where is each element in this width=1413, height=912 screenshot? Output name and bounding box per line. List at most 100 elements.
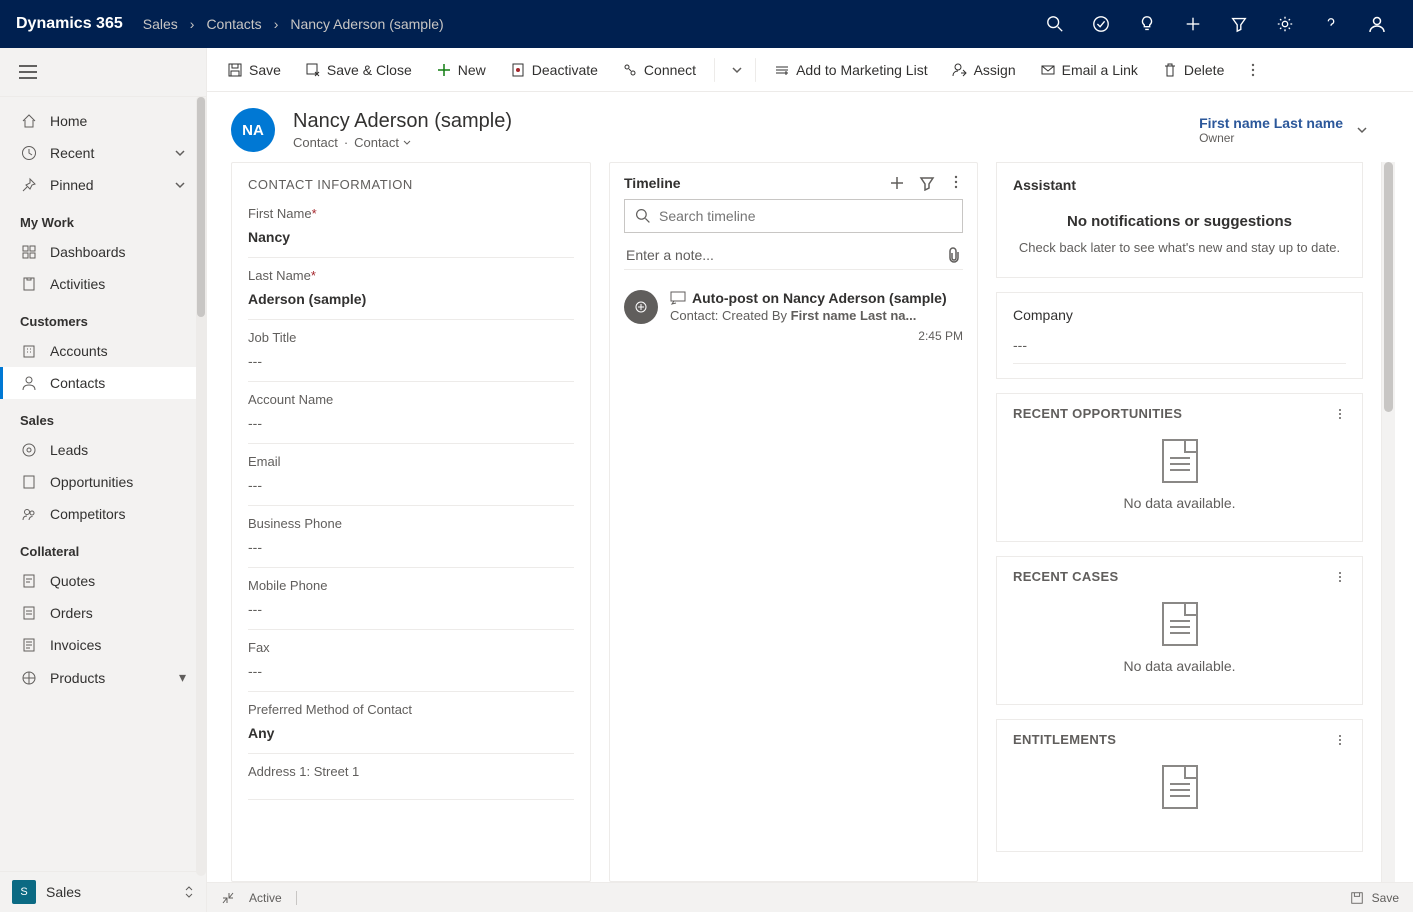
field-value[interactable]: --- bbox=[248, 353, 574, 369]
order-icon bbox=[20, 605, 38, 621]
topbar-actions bbox=[1035, 0, 1397, 48]
crumb-sales[interactable]: Sales bbox=[139, 16, 182, 32]
field-address-1-street-1[interactable]: Address 1: Street 1 bbox=[248, 754, 574, 800]
field-last-name[interactable]: Last Name*Aderson (sample) bbox=[248, 258, 574, 320]
timeline-more-icon[interactable] bbox=[949, 175, 963, 191]
nav-group-my-work: My Work bbox=[0, 201, 206, 236]
deactivate-button[interactable]: Deactivate bbox=[500, 56, 608, 84]
nav-dashboards[interactable]: Dashboards bbox=[0, 236, 206, 268]
plus-icon[interactable] bbox=[1173, 0, 1213, 48]
nav-activities[interactable]: Activities bbox=[0, 268, 206, 300]
expand-header-icon[interactable] bbox=[1355, 123, 1369, 137]
up-down-icon[interactable] bbox=[184, 885, 194, 899]
field-value[interactable]: Any bbox=[248, 725, 574, 741]
assistant-body: Check back later to see what's new and s… bbox=[1013, 240, 1346, 255]
entity-label: Contact bbox=[293, 135, 338, 150]
more-icon[interactable] bbox=[1334, 734, 1346, 746]
save-button[interactable]: Save bbox=[217, 56, 291, 84]
marketing-icon bbox=[774, 62, 790, 78]
timeline-panel: Timeline Enter a note... bbox=[609, 162, 978, 882]
company-value[interactable]: --- bbox=[1013, 337, 1346, 364]
field-mobile-phone[interactable]: Mobile Phone--- bbox=[248, 568, 574, 630]
nav-pinned[interactable]: Pinned bbox=[0, 169, 206, 201]
field-value[interactable]: Nancy bbox=[248, 229, 574, 245]
gear-icon[interactable] bbox=[1265, 0, 1305, 48]
task-icon[interactable] bbox=[1081, 0, 1121, 48]
more-icon[interactable] bbox=[1334, 571, 1346, 583]
help-icon[interactable] bbox=[1311, 0, 1351, 48]
avatar: NA bbox=[231, 108, 275, 152]
field-first-name[interactable]: First Name*Nancy bbox=[248, 206, 574, 258]
new-button[interactable]: New bbox=[426, 56, 496, 84]
field-value[interactable]: --- bbox=[248, 539, 574, 555]
crumb-record[interactable]: Nancy Aderson (sample) bbox=[286, 16, 447, 32]
connect-dropdown-button[interactable] bbox=[727, 58, 747, 82]
nav-competitors[interactable]: Competitors bbox=[0, 498, 206, 530]
timeline-search-input[interactable] bbox=[659, 208, 952, 224]
timeline-add-icon[interactable] bbox=[889, 175, 905, 191]
area-switcher[interactable]: S Sales bbox=[0, 871, 206, 912]
expand-icon[interactable] bbox=[221, 891, 235, 905]
add-marketing-button[interactable]: Add to Marketing List bbox=[764, 56, 938, 84]
statusbar-save-button[interactable]: Save bbox=[1350, 891, 1399, 905]
field-account-name[interactable]: Account Name--- bbox=[248, 382, 574, 444]
nav-products[interactable]: Products▾ bbox=[0, 661, 206, 694]
nav-quotes[interactable]: Quotes bbox=[0, 565, 206, 597]
field-value[interactable]: --- bbox=[248, 415, 574, 431]
owner-name[interactable]: First name Last name bbox=[1199, 115, 1343, 131]
connect-button[interactable]: Connect bbox=[612, 56, 706, 84]
field-email[interactable]: Email--- bbox=[248, 444, 574, 506]
hamburger-icon[interactable] bbox=[16, 60, 40, 84]
search-icon[interactable] bbox=[1035, 0, 1075, 48]
sidebar: Home Recent Pinned My Work Dashboards Ac… bbox=[0, 48, 207, 912]
timeline-note-input[interactable]: Enter a note... bbox=[624, 241, 963, 270]
status-value[interactable]: Active bbox=[249, 891, 282, 905]
field-value[interactable]: --- bbox=[248, 601, 574, 617]
timeline-search[interactable] bbox=[624, 199, 963, 233]
connect-icon bbox=[622, 62, 638, 78]
nav-contacts[interactable]: Contacts bbox=[0, 367, 206, 399]
field-preferred-method-of-contact[interactable]: Preferred Method of ContactAny bbox=[248, 692, 574, 754]
lightbulb-icon[interactable] bbox=[1127, 0, 1167, 48]
timeline-item[interactable]: Auto-post on Nancy Aderson (sample) Cont… bbox=[610, 280, 977, 357]
filter-icon[interactable] bbox=[1219, 0, 1259, 48]
email-link-button[interactable]: Email a Link bbox=[1030, 56, 1148, 84]
field-value[interactable]: --- bbox=[248, 477, 574, 493]
assign-button[interactable]: Assign bbox=[942, 56, 1026, 84]
autopost-badge-icon bbox=[624, 290, 658, 324]
nav-accounts[interactable]: Accounts bbox=[0, 335, 206, 367]
field-label: Address 1: Street 1 bbox=[248, 764, 574, 779]
nav-leads[interactable]: Leads bbox=[0, 434, 206, 466]
form-switcher[interactable]: Contact bbox=[354, 135, 412, 150]
deactivate-icon bbox=[510, 62, 526, 78]
right-column: Assistant No notifications or suggestion… bbox=[996, 162, 1363, 882]
paperclip-icon[interactable] bbox=[947, 247, 961, 263]
more-icon[interactable] bbox=[1334, 408, 1346, 420]
owner-label: Owner bbox=[1199, 131, 1343, 145]
breadcrumb: Dynamics 365 Sales › Contacts › Nancy Ad… bbox=[16, 15, 448, 33]
field-job-title[interactable]: Job Title--- bbox=[248, 320, 574, 382]
crumb-contacts[interactable]: Contacts bbox=[202, 16, 265, 32]
field-business-phone[interactable]: Business Phone--- bbox=[248, 506, 574, 568]
command-bar: Save Save & Close New Deactivate Connect… bbox=[207, 48, 1413, 92]
section-title: CONTACT INFORMATION bbox=[248, 177, 574, 192]
nav-opportunities[interactable]: Opportunities bbox=[0, 466, 206, 498]
nav-invoices[interactable]: Invoices bbox=[0, 629, 206, 661]
field-fax[interactable]: Fax--- bbox=[248, 630, 574, 692]
person-icon[interactable] bbox=[1357, 0, 1397, 48]
chevron-icon: › bbox=[190, 16, 195, 32]
save-close-button[interactable]: Save & Close bbox=[295, 56, 422, 84]
timeline-filter-icon[interactable] bbox=[919, 175, 935, 191]
nav-orders[interactable]: Orders bbox=[0, 597, 206, 629]
nav-recent[interactable]: Recent bbox=[0, 137, 206, 169]
main: Save Save & Close New Deactivate Connect… bbox=[207, 48, 1413, 912]
building-icon bbox=[20, 343, 38, 359]
company-section: Company --- bbox=[996, 292, 1363, 379]
sidebar-scrollbar[interactable] bbox=[196, 96, 206, 876]
nav-home[interactable]: Home bbox=[0, 105, 206, 137]
field-value[interactable]: Aderson (sample) bbox=[248, 291, 574, 307]
overflow-button[interactable] bbox=[1242, 57, 1264, 83]
field-value[interactable]: --- bbox=[248, 663, 574, 679]
main-scrollbar[interactable] bbox=[1381, 162, 1395, 882]
delete-button[interactable]: Delete bbox=[1152, 56, 1234, 84]
